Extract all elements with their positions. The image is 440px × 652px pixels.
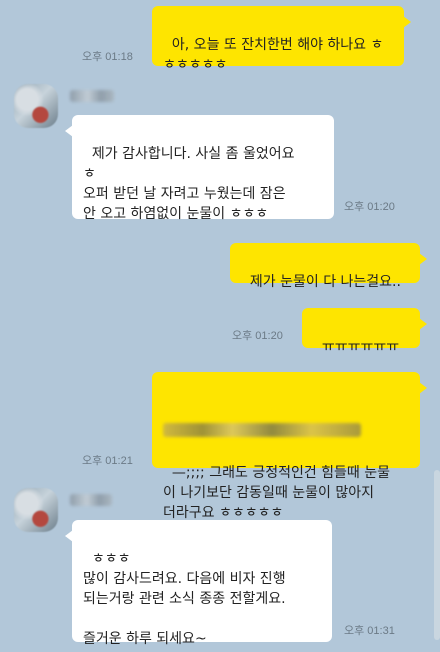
sender-avatar[interactable]	[14, 84, 58, 128]
message-text: ㅠㅠㅠㅠㅠㅠ	[321, 339, 400, 355]
my-message-bubble[interactable]: 아, 오늘 또 잔치한번 해야 하나요 ㅎ ㅎㅎㅎㅎㅎ	[152, 6, 411, 73]
message-text: —;;;; 그래도 긍정적인건 힘들때 눈물 이 나기보단 감동일때 눈물이 많…	[163, 465, 391, 521]
message-text: ㅎㅎㅎ 많이 감사드려요. 다음에 비자 진행 되는거랑 관련 소식 종종 전할…	[83, 551, 286, 647]
message-time: 오후 01:21	[82, 455, 133, 467]
message-time: 오후 01:31	[344, 625, 395, 637]
received-message-bubble[interactable]: ㅎㅎㅎ 많이 감사드려요. 다음에 비자 진행 되는거랑 관련 소식 종종 전할…	[65, 520, 332, 647]
chat-screen: { "messages": [ {"sender": "me", "text":…	[0, 0, 440, 652]
scrollbar[interactable]	[434, 470, 440, 640]
message-text: 제가 감사합니다. 사실 좀 울었어요 ㅎ 오퍼 받던 날 자려고 누웠는데 잠…	[83, 146, 295, 222]
my-message-bubble[interactable]: 제가 눈물이 다 나는걸요..	[230, 243, 427, 290]
sender-name	[70, 90, 114, 102]
received-message-bubble[interactable]: 제가 감사합니다. 사실 좀 울었어요 ㅎ 오퍼 받던 날 자려고 누웠는데 잠…	[65, 115, 334, 222]
my-message-bubble[interactable]: —;;;; 그래도 긍정적인건 힘들때 눈물 이 나기보단 감동일때 눈물이 많…	[152, 372, 427, 521]
message-text: 제가 눈물이 다 나는걸요..	[249, 274, 401, 290]
message-text: 아, 오늘 또 잔치한번 해야 하나요 ㅎ ㅎㅎㅎㅎㅎ	[163, 37, 384, 73]
sender-avatar[interactable]	[14, 488, 58, 532]
sender-name	[70, 494, 112, 506]
message-time: 오후 01:20	[344, 201, 395, 213]
message-time: 오후 01:18	[82, 51, 133, 63]
redacted-text	[163, 423, 361, 437]
my-message-bubble[interactable]: ㅠㅠㅠㅠㅠㅠ	[302, 308, 427, 355]
message-time: 오후 01:20	[232, 330, 283, 342]
